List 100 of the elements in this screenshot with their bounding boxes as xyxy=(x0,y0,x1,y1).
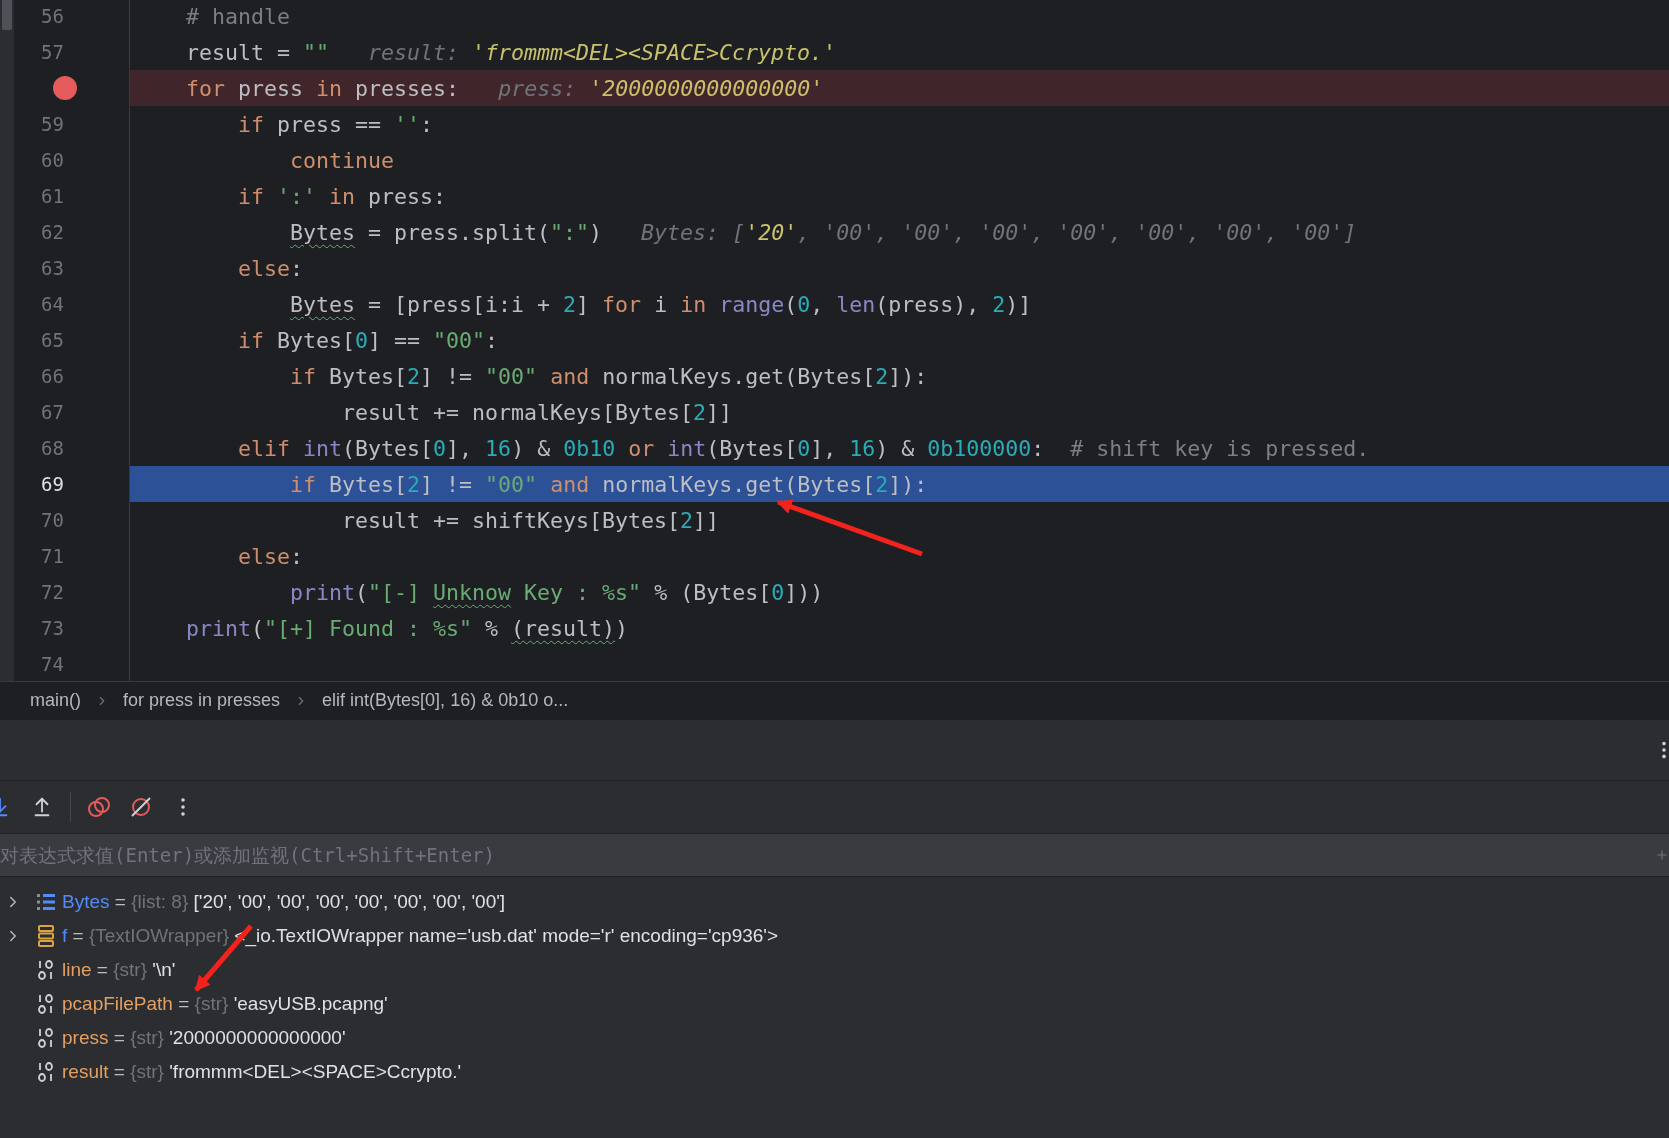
code-token: and xyxy=(550,363,590,389)
code-token: '' xyxy=(394,111,421,137)
line-number: 60 xyxy=(41,149,64,171)
code-token: ]): xyxy=(888,363,928,389)
variable-value: 'frommm<DEL><SPACE>Ccrypto.' xyxy=(168,1061,462,1083)
code-token: # handle xyxy=(186,3,291,29)
code-token: 'frommm<DEL><SPACE>Ccrypto.' xyxy=(472,39,837,65)
variable-name: Bytes xyxy=(62,891,110,913)
code-token: 2 xyxy=(875,471,889,497)
line-number: 66 xyxy=(41,365,64,387)
code-token: else xyxy=(238,543,291,569)
code-token: 0 xyxy=(797,435,811,461)
code-token: ( xyxy=(784,291,798,317)
code-token: "00" xyxy=(433,327,486,353)
line-number: 67 xyxy=(41,401,64,423)
code-token: ":" xyxy=(550,219,590,245)
line-number: 69 xyxy=(41,473,64,495)
code-token: in xyxy=(680,291,707,317)
breadcrumb[interactable]: for press in presses xyxy=(123,690,281,711)
variable-name: press xyxy=(62,1027,109,1049)
variable-type: {str} xyxy=(113,959,148,981)
code-token: result: xyxy=(368,39,461,65)
breadcrumb[interactable]: main() xyxy=(30,690,81,711)
underlined-code-token: Bytes xyxy=(290,219,356,245)
code-token: 0 xyxy=(355,327,369,353)
line-number: 68 xyxy=(41,437,64,459)
code-token: Bytes[ xyxy=(329,363,408,389)
line-number: 62 xyxy=(41,221,64,243)
code-token: : xyxy=(290,543,304,569)
code-token: if xyxy=(290,363,317,389)
code-token: for xyxy=(186,75,226,101)
underlined-code-token: Unknow xyxy=(433,579,512,605)
code-token: 2 xyxy=(407,363,421,389)
code-token: 16 xyxy=(849,435,876,461)
line-number: 64 xyxy=(41,293,64,315)
variable-name: line xyxy=(62,959,92,981)
binary-icon xyxy=(36,1062,56,1082)
code-token: in xyxy=(329,183,356,209)
line-number: 72 xyxy=(41,581,64,603)
code-token: 2 xyxy=(992,291,1006,317)
code-token: ( xyxy=(355,579,369,605)
code-token: (Bytes[ xyxy=(706,435,798,461)
variable-type: {list: 8} xyxy=(131,891,189,913)
circles-icon xyxy=(87,795,111,819)
code-token: % xyxy=(485,615,500,641)
code-token: 2 xyxy=(407,471,421,497)
code-token: if xyxy=(290,471,317,497)
code-token: = press.split( xyxy=(368,219,551,245)
code-token: ]): xyxy=(888,471,928,497)
variable-value: 'easyUSB.pcapng' xyxy=(232,993,388,1015)
variable-value: '2000000000000000' xyxy=(168,1027,346,1049)
code-token: print xyxy=(186,615,252,641)
code-token: ])) xyxy=(784,579,824,605)
scrollbar-thumb[interactable] xyxy=(2,0,12,30)
line-number: 63 xyxy=(41,257,64,279)
line-number: 57 xyxy=(41,41,64,63)
scrollbar[interactable] xyxy=(0,0,14,681)
code-token: = [press[i:i + xyxy=(368,291,552,317)
code-token: 2 xyxy=(875,363,889,389)
code-token: normalKeys.get(Bytes[ xyxy=(602,363,876,389)
line-number: 73 xyxy=(41,617,64,639)
code-token: 2 xyxy=(693,399,707,425)
stack-icon xyxy=(36,925,56,947)
code-token: int xyxy=(667,435,707,461)
code-token: Bytes: [ xyxy=(641,219,746,245)
code-token: "[-] xyxy=(368,579,422,605)
code-token: i xyxy=(654,291,669,317)
code-token: "" xyxy=(303,39,330,65)
code-token: result = xyxy=(186,39,292,65)
line-number: 61 xyxy=(41,185,64,207)
code-token: : xyxy=(1031,435,1046,461)
breakpoint-icon[interactable] xyxy=(53,76,77,100)
binary-icon xyxy=(36,1028,56,1048)
variable-type: {str} xyxy=(130,1027,164,1049)
code-token: , '00', '00', '00', '00', '00', '00', '00'] xyxy=(797,219,1357,245)
code-token: '2000000000000000' xyxy=(589,75,824,101)
equals-sign: = xyxy=(72,925,84,947)
code-token: 0b10 xyxy=(563,435,616,461)
code-token: ] xyxy=(576,291,591,317)
code-token: : xyxy=(290,255,304,281)
equals-sign: = xyxy=(178,993,190,1015)
code-token: normalKeys.get(Bytes[ xyxy=(602,471,876,497)
code-token: , xyxy=(810,291,825,317)
code-token: '20' xyxy=(745,219,798,245)
line-number: 65 xyxy=(41,329,64,351)
slashed-circle-icon xyxy=(129,795,153,819)
code-token: continue xyxy=(290,147,395,173)
code-token: ) xyxy=(589,219,603,245)
variable-type: {str} xyxy=(130,1061,164,1083)
code-token: if xyxy=(238,183,266,209)
code-token: ], xyxy=(446,435,474,461)
code-token: "00" xyxy=(485,363,538,389)
code-token: len xyxy=(836,291,876,317)
code-token: int xyxy=(303,435,343,461)
code-token: ) & xyxy=(875,435,916,461)
code-token: range xyxy=(719,291,785,317)
code-token: ]] xyxy=(706,399,733,425)
code-token: 0b100000 xyxy=(927,435,1032,461)
breadcrumb[interactable]: elif int(Bytes[0], 16) & 0b10 o... xyxy=(322,690,569,711)
line-number: 56 xyxy=(41,5,64,27)
